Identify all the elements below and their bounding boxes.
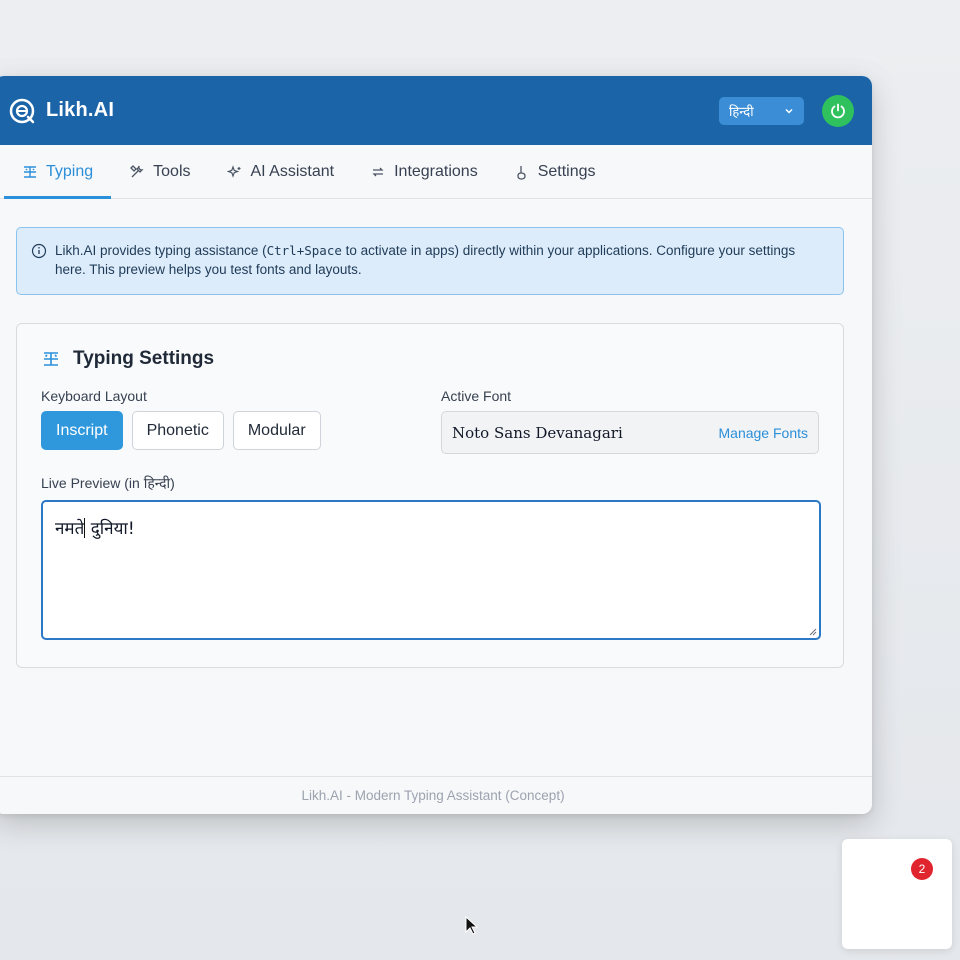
layout-button-group: Inscript Phonetic Modular [41, 411, 441, 450]
notification-widget[interactable]: 2 [842, 839, 952, 949]
info-text: Likh.AI provides typing assistance (Ctrl… [55, 241, 829, 279]
active-font-display: Noto Sans Devanagari Manage Fonts [441, 411, 819, 454]
language-select[interactable]: हिन्दी [719, 96, 804, 125]
tab-label: Tools [153, 162, 191, 180]
tab-label: Integrations [394, 162, 478, 180]
preview-text: नमते [55, 519, 85, 539]
manage-fonts-link[interactable]: Manage Fonts [719, 425, 809, 441]
card-title: Typing Settings [41, 348, 819, 370]
main-content: Likh.AI provides typing assistance (Ctrl… [0, 199, 872, 668]
info-text-part: Likh.AI provides typing assistance ( [55, 243, 267, 258]
tab-integrations[interactable]: Integrations [352, 145, 496, 198]
mouse-pointer-icon [465, 916, 479, 935]
power-icon [831, 103, 845, 118]
tab-ai-assistant[interactable]: AI Assistant [209, 145, 353, 198]
app-window: Likh.AI हिन्दी Typing Tools AI Assistant… [0, 76, 872, 814]
tab-tools[interactable]: Tools [111, 145, 208, 198]
chevron-down-icon [785, 108, 793, 114]
tab-label: Typing [46, 162, 94, 180]
active-font-label: Active Font [441, 388, 512, 404]
language-select-value: हिन्दी [729, 103, 754, 119]
resize-grip-icon[interactable] [807, 626, 817, 636]
tab-typing[interactable]: Typing [4, 145, 112, 199]
layout-inscript-button[interactable]: Inscript [41, 411, 123, 450]
live-preview-label: Live Preview (in हिन्दी) [41, 475, 175, 491]
sparkle-icon [226, 164, 240, 178]
info-banner: Likh.AI provides typing assistance (Ctrl… [16, 227, 844, 295]
likh-logo-icon [9, 98, 35, 123]
app-header: Likh.AI हिन्दी [0, 76, 872, 145]
preview-text: दुनिया! [85, 519, 135, 539]
tab-label: Settings [537, 162, 596, 180]
typing-icon [44, 352, 58, 366]
shortcut-code: Ctrl+Space [266, 243, 342, 258]
integrations-icon [372, 167, 384, 176]
tab-settings[interactable]: Settings [496, 145, 614, 198]
typing-settings-title: Typing Settings [73, 348, 215, 369]
settings-icon [517, 165, 526, 180]
notification-badge: 2 [911, 858, 933, 880]
live-preview-textarea[interactable]: नमते दुनिया! [41, 500, 821, 640]
tab-label: AI Assistant [250, 162, 335, 180]
app-footer: Likh.AI - Modern Typing Assistant (Conce… [0, 776, 872, 814]
info-icon [31, 243, 47, 259]
power-button[interactable] [822, 94, 854, 127]
app-title: Likh.AI [46, 99, 115, 121]
layout-phonetic-button[interactable]: Phonetic [131, 411, 224, 450]
brand: Likh.AI [8, 97, 114, 125]
typing-icon [24, 165, 36, 178]
tab-bar: Typing Tools AI Assistant Integrations S… [0, 145, 872, 199]
active-font-name: Noto Sans Devanagari [452, 423, 623, 442]
keyboard-layout-label: Keyboard Layout [41, 388, 147, 404]
layout-modular-button[interactable]: Modular [232, 411, 321, 450]
tools-icon [130, 164, 144, 177]
typing-settings-card: Typing Settings Keyboard Layout Inscript… [16, 323, 844, 668]
footer-text: Likh.AI - Modern Typing Assistant (Conce… [301, 788, 565, 803]
